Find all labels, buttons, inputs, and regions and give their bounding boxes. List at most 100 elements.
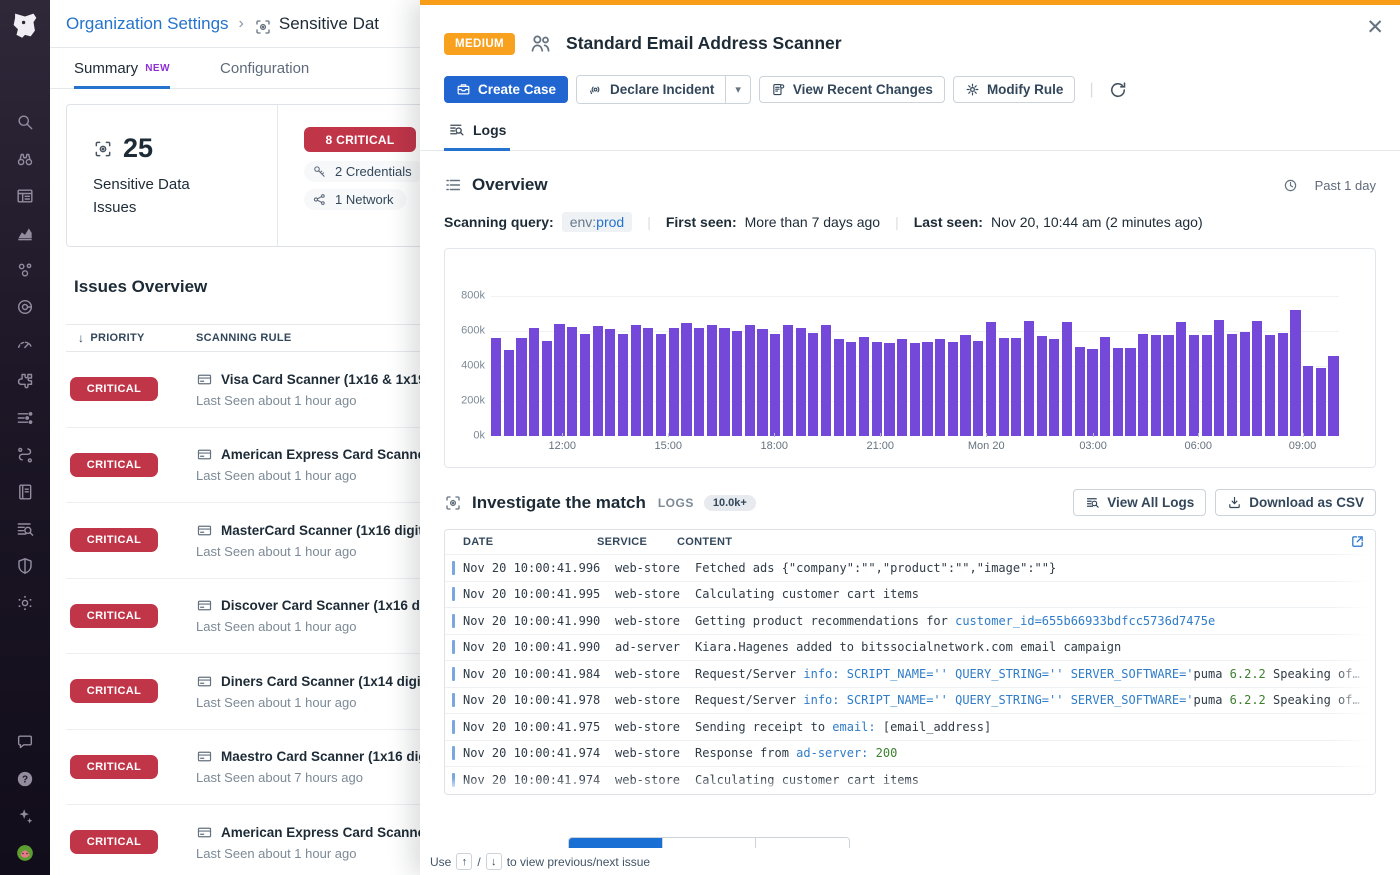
column-content[interactable]: CONTENT bbox=[677, 536, 1375, 548]
apm-icon[interactable] bbox=[15, 297, 35, 317]
log-link[interactable]: info: bbox=[803, 693, 846, 707]
metrics-icon[interactable] bbox=[15, 223, 35, 243]
panel-title: Standard Email Address Scanner bbox=[566, 33, 842, 54]
chevron-down-icon[interactable]: ▾ bbox=[725, 76, 750, 103]
log-row[interactable]: Nov 20 10:00:41.995web-storeCalculating … bbox=[445, 581, 1375, 608]
summary-chip[interactable]: 1 Network bbox=[304, 189, 406, 210]
declare-incident-button[interactable]: Declare Incident bbox=[577, 76, 725, 103]
log-pipelines-icon[interactable] bbox=[15, 408, 35, 428]
binoculars-icon[interactable] bbox=[15, 149, 35, 169]
chart-bar bbox=[707, 325, 717, 436]
x-tick-label: 15:00 bbox=[654, 440, 682, 452]
log-link[interactable]: SCRIPT_NAME='' bbox=[847, 667, 955, 681]
column-service[interactable]: SERVICE bbox=[597, 536, 677, 548]
help-icon[interactable]: ? bbox=[15, 769, 35, 789]
scanning-rule-name[interactable]: Discover Card Scanner (1x16 dig bbox=[221, 598, 432, 613]
download-csv-button[interactable]: Download as CSV bbox=[1215, 489, 1376, 516]
chart-bar bbox=[1227, 334, 1237, 436]
tab-configuration-label: Configuration bbox=[220, 60, 309, 77]
tab-summary[interactable]: Summary NEW bbox=[74, 48, 170, 88]
hint-separator: / bbox=[477, 855, 480, 869]
log-link[interactable]: QUERY_STRING='' bbox=[955, 693, 1071, 707]
group-icon bbox=[528, 31, 553, 56]
log-status-indicator bbox=[452, 693, 455, 707]
scanning-rule-name[interactable]: Diners Card Scanner (1x14 digits bbox=[221, 674, 433, 689]
tab-configuration[interactable]: Configuration bbox=[220, 48, 309, 88]
close-icon[interactable]: ✕ bbox=[1366, 17, 1384, 38]
time-range[interactable]: Past 1 day bbox=[1283, 178, 1376, 193]
modify-rule-button[interactable]: Modify Rule bbox=[953, 76, 1076, 103]
scanning-query-chip[interactable]: env:prod bbox=[562, 212, 633, 232]
chart-bar bbox=[770, 334, 780, 436]
integrations-icon[interactable] bbox=[15, 371, 35, 391]
scanning-rule-name[interactable]: MasterCard Scanner (1x16 digits bbox=[221, 523, 430, 538]
column-priority[interactable]: PRIORITY bbox=[90, 332, 144, 344]
log-content: Fetched ads {"company":"","product":"","… bbox=[695, 561, 1375, 575]
column-date[interactable]: DATE bbox=[445, 536, 597, 548]
scanning-rule-name[interactable]: American Express Card Scanner bbox=[221, 825, 430, 840]
log-row[interactable]: Nov 20 10:00:41.996web-storeFetched ads … bbox=[445, 554, 1375, 581]
log-service: web-store bbox=[615, 587, 695, 601]
logs-count-pill: 10.0k+ bbox=[704, 495, 756, 511]
refresh-icon[interactable] bbox=[1108, 80, 1128, 100]
security-shield-icon[interactable] bbox=[15, 556, 35, 576]
sparkles-icon[interactable] bbox=[15, 806, 35, 826]
summary-chip-label: 2 Credentials bbox=[335, 164, 412, 179]
chart-bar bbox=[973, 341, 983, 436]
scanning-rule-name[interactable]: American Express Card Scanner bbox=[221, 447, 430, 462]
scanning-rule-name[interactable]: Visa Card Scanner (1x16 & 1x19 bbox=[221, 372, 426, 387]
open-in-new-icon[interactable] bbox=[1350, 534, 1365, 549]
investigate-title: Investigate the match bbox=[472, 493, 646, 513]
x-tick-label: 06:00 bbox=[1184, 440, 1212, 452]
x-tick-label: 18:00 bbox=[760, 440, 788, 452]
processes-icon[interactable] bbox=[15, 260, 35, 280]
gear-icon bbox=[965, 82, 980, 97]
ci-link-icon[interactable] bbox=[15, 445, 35, 465]
log-row[interactable]: Nov 20 10:00:41.974web-storeCalculating … bbox=[445, 766, 1375, 793]
sort-descending-icon[interactable]: ↓ bbox=[78, 331, 84, 345]
log-row[interactable]: Nov 20 10:00:41.975web-storeSending rece… bbox=[445, 713, 1375, 740]
dashboards-icon[interactable] bbox=[15, 186, 35, 206]
log-link[interactable]: info: bbox=[803, 667, 846, 681]
service-gauge-icon[interactable] bbox=[15, 334, 35, 354]
priority-badge: CRITICAL bbox=[70, 377, 158, 401]
chart-bar bbox=[605, 329, 615, 436]
tab-logs[interactable]: Logs bbox=[444, 121, 510, 150]
scanning-rule-name[interactable]: Maestro Card Scanner (1x16 dig bbox=[221, 749, 427, 764]
view-all-logs-button[interactable]: View All Logs bbox=[1073, 489, 1206, 516]
log-row[interactable]: Nov 20 10:00:41.974web-storeResponse fro… bbox=[445, 740, 1375, 767]
log-table: DATE SERVICE CONTENT Nov 20 10:00:41.996… bbox=[444, 529, 1376, 795]
log-link[interactable]: QUERY_STRING='' bbox=[955, 667, 1071, 681]
log-row[interactable]: Nov 20 10:00:41.990web-storeGetting prod… bbox=[445, 607, 1375, 634]
summary-chip[interactable]: 2 Credentials bbox=[304, 161, 424, 182]
log-row[interactable]: Nov 20 10:00:41.990ad-serverKiara.Hagene… bbox=[445, 634, 1375, 661]
log-link[interactable]: ad-server: bbox=[796, 746, 868, 760]
breadcrumb-root-link[interactable]: Organization Settings bbox=[66, 14, 229, 34]
view-recent-changes-button[interactable]: View Recent Changes bbox=[759, 76, 945, 103]
datadog-logo-icon[interactable] bbox=[8, 8, 42, 42]
log-search-icon[interactable] bbox=[15, 519, 35, 539]
log-link[interactable]: SERVER_SOFTWARE=' bbox=[1071, 667, 1194, 681]
logs-type-label: LOGS bbox=[658, 496, 694, 510]
chat-icon[interactable] bbox=[15, 732, 35, 752]
column-scanning-rule[interactable]: SCANNING RULE bbox=[196, 332, 292, 344]
log-row[interactable]: Nov 20 10:00:41.984web-storeRequest/Serv… bbox=[445, 660, 1375, 687]
settings-orbit-icon[interactable] bbox=[15, 593, 35, 613]
search-icon[interactable] bbox=[15, 112, 35, 132]
log-row[interactable]: Nov 20 10:00:41.978web-storeRequest/Serv… bbox=[445, 687, 1375, 714]
avatar-icon[interactable] bbox=[15, 843, 35, 863]
notebook-icon[interactable] bbox=[15, 482, 35, 502]
create-case-button[interactable]: Create Case bbox=[444, 76, 568, 103]
chart-bar bbox=[1100, 337, 1110, 436]
log-link[interactable]: customer_id=655b66933bdfcc5736d7475e bbox=[955, 614, 1215, 628]
critical-count-badge[interactable]: 8 CRITICAL bbox=[304, 127, 416, 152]
summary-breakdown-block: 8 CRITICAL 2 Credentials 1 Network bbox=[277, 105, 424, 246]
severity-badge: MEDIUM bbox=[444, 33, 515, 55]
log-link[interactable]: email: bbox=[832, 720, 875, 734]
chart-bar bbox=[1328, 356, 1338, 437]
chart-bar bbox=[821, 325, 831, 436]
chart-bar bbox=[1125, 348, 1135, 436]
overview-meta: Scanning query: env:prod | First seen: M… bbox=[444, 212, 1376, 232]
log-link[interactable]: SERVER_SOFTWARE=' bbox=[1071, 693, 1194, 707]
log-link[interactable]: SCRIPT_NAME='' bbox=[847, 693, 955, 707]
